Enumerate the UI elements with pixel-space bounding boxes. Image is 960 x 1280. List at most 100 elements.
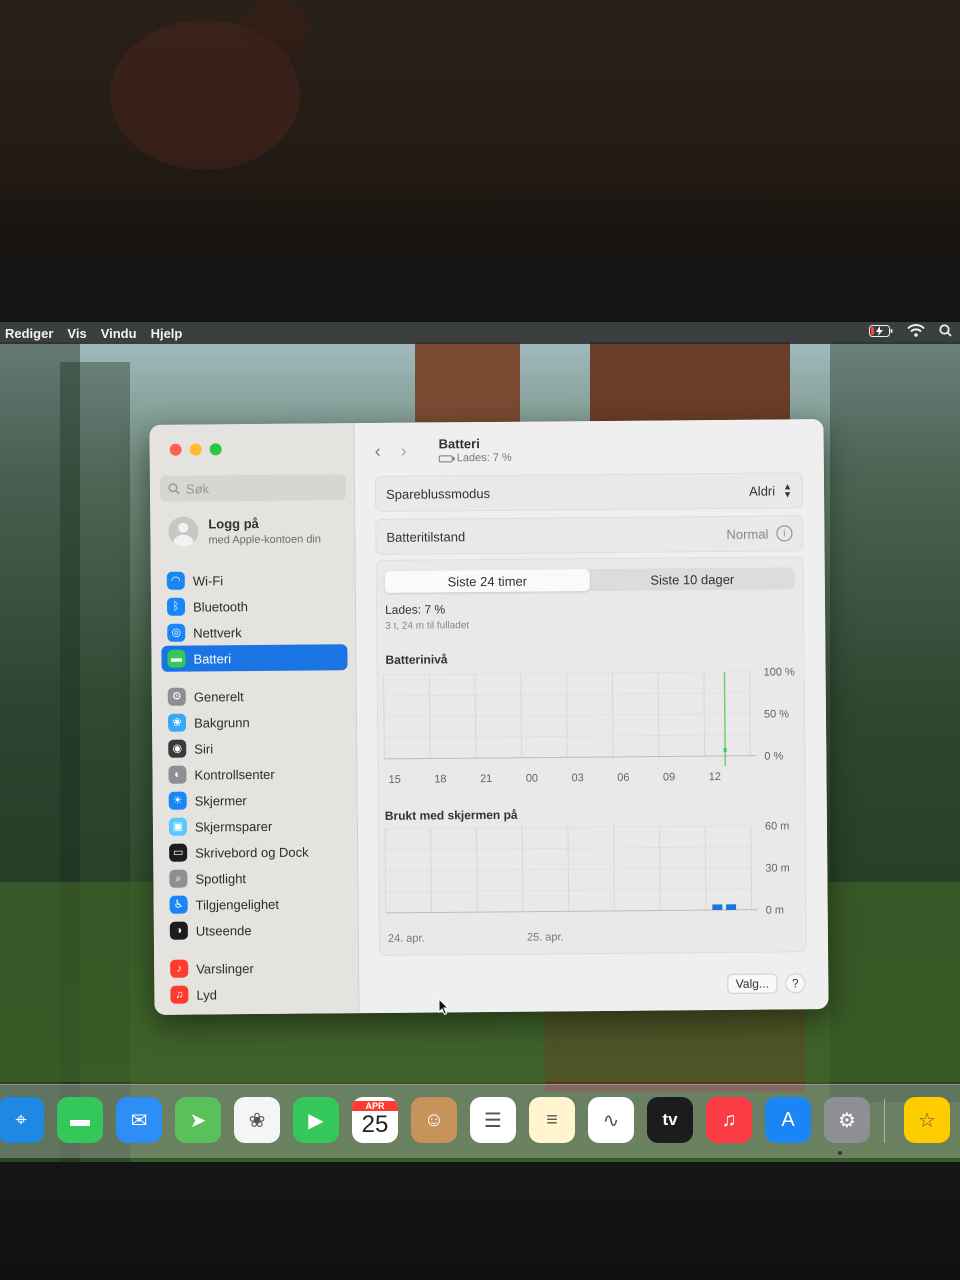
menu-rediger[interactable]: Rediger xyxy=(5,326,53,341)
sidebar-item-generelt[interactable]: ⚙ Generelt xyxy=(162,682,348,710)
desktop-screen: Rediger Vis Vindu Hjelp Søk Logg på med … xyxy=(0,322,960,1164)
chart-svg: 100 % 50 % 0 % 15 18 21 00 03 06 09 12 xyxy=(383,666,795,786)
grid-line-h xyxy=(385,888,758,893)
system-settings-window: Søk Logg på med Apple-kontoen din ◠ Wi-Fi… xyxy=(149,419,829,1015)
usage-panel: Siste 24 timer Siste 10 dager Lades: 7 %… xyxy=(375,556,808,956)
sidebar-item-spotlight[interactable]: ⌕ Spotlight xyxy=(163,864,349,892)
sun-icon: ☀ xyxy=(168,791,187,810)
screen-time-bar xyxy=(726,904,737,910)
minimize-button[interactable] xyxy=(189,443,202,456)
back-arrow-icon[interactable]: ‹ xyxy=(375,441,381,462)
search-placeholder: Søk xyxy=(185,480,210,497)
facetime-icon[interactable]: ▶ xyxy=(293,1097,339,1143)
appstore-icon[interactable]: A xyxy=(765,1097,811,1143)
appletv-icon[interactable]: tv xyxy=(647,1097,693,1143)
grid-line-h xyxy=(383,671,756,676)
tab-last-10-days[interactable]: Siste 10 dager xyxy=(590,567,795,591)
page-title: Batteri xyxy=(438,436,480,452)
sidebar-item-nettverk[interactable]: ◎ Nettverk xyxy=(161,618,347,646)
x-tick-label: 06 xyxy=(617,772,629,784)
close-button[interactable] xyxy=(169,443,182,456)
sidebar-item-lyd[interactable]: ♫ Lyd xyxy=(164,980,350,1008)
forward-arrow-icon[interactable]: › xyxy=(401,441,407,462)
sidebar-item-bluetooth[interactable]: ᛒ Bluetooth xyxy=(161,592,347,620)
contacts-icon[interactable]: ☺ xyxy=(411,1097,457,1143)
notes-icon[interactable]: ≡ xyxy=(529,1097,575,1143)
flower-icon: ❀ xyxy=(167,713,187,732)
sidebar-item-tilgjengelighet[interactable]: ♿ Tilgjengelighet xyxy=(164,890,350,918)
freeform-icon[interactable]: ∿ xyxy=(588,1097,634,1143)
orchid-blur-2 xyxy=(240,0,310,60)
tree-trunk xyxy=(590,342,790,432)
sidebar-item-skjermer[interactable]: ☀ Skjermer xyxy=(163,786,349,814)
sidebar-item-siri[interactable]: ◉ Siri xyxy=(162,734,348,762)
updown-chevron-icon: ▲ ▼ xyxy=(783,481,793,500)
screen-time-bar xyxy=(712,904,723,911)
y-tick-label: 0 % xyxy=(764,750,783,762)
menu-vis[interactable]: Vis xyxy=(67,326,86,341)
low-power-select[interactable]: Aldri ▲ ▼ xyxy=(749,481,793,500)
messages-icon[interactable]: ▬ xyxy=(57,1097,103,1143)
toggle-icon: ◐ xyxy=(168,765,187,784)
grid-line-h xyxy=(383,713,756,718)
info-icon[interactable]: i xyxy=(776,525,793,542)
sidebar-item-label: Skrivebord og Dock xyxy=(195,844,309,861)
zoom-button[interactable] xyxy=(209,443,222,456)
sidebar-item-batteri[interactable]: ▬ Batteri xyxy=(161,644,348,672)
sidebar-item-kontrollsenter[interactable]: ◐ Kontrollsenter xyxy=(162,760,348,788)
appletv-label: tv xyxy=(662,1110,678,1129)
sidebar-item-bakgrunn[interactable]: ❀ Bakgrunn xyxy=(162,708,348,736)
sidebar-item-label: Utseende xyxy=(195,922,252,939)
sidebar-nav: ◠ Wi-Fi ᛒ Bluetooth ◎ Nettverk ▬ Batteri ⚙ Genere… xyxy=(161,566,351,1008)
sidebar-item-varslinger[interactable]: ♪ Varslinger xyxy=(164,954,350,982)
magnifier-icon: ⌕ xyxy=(169,869,188,888)
sidebar-item-skjermsparer[interactable]: ▣ Skjermsparer xyxy=(163,812,349,840)
help-button[interactable]: ? xyxy=(785,973,806,994)
sidebar-item-label: Spotlight xyxy=(195,870,247,887)
sidebar-item-wi-fi[interactable]: ◠ Wi-Fi xyxy=(161,566,347,594)
battery-charging-icon[interactable] xyxy=(869,324,893,340)
x-tick-label: 12 xyxy=(709,771,721,783)
search-icon[interactable] xyxy=(939,324,952,340)
wifi-icon[interactable] xyxy=(907,324,925,340)
options-button[interactable]: Valg... xyxy=(727,973,778,994)
mail-icon[interactable]: ✉ xyxy=(116,1097,162,1143)
sidebar-item-label: Wi-Fi xyxy=(192,572,224,589)
photos-icon[interactable]: ❀ xyxy=(234,1097,280,1143)
x-tick-label: 03 xyxy=(571,772,583,784)
grid-line-v xyxy=(566,673,568,758)
sidebar-item-label: Bakgrunn xyxy=(193,714,250,731)
safari-icon[interactable]: ⌖ xyxy=(0,1097,44,1143)
low-power-value: Aldri xyxy=(749,482,776,499)
sidebar-item-label: Nettverk xyxy=(193,624,242,641)
tips-icon[interactable]: ☆ xyxy=(904,1097,950,1143)
low-power-row: Spareblussmodus Aldri ▲ ▼ xyxy=(374,472,804,512)
music-icon[interactable]: ♫ xyxy=(706,1097,752,1143)
maps-icon[interactable]: ➤ xyxy=(175,1097,221,1143)
system-settings-icon[interactable]: ⚙ xyxy=(824,1097,870,1143)
gear-icon: ⚙ xyxy=(167,687,186,706)
sidebar-item-skrivebord-og-dock[interactable]: ▭ Skrivebord og Dock xyxy=(163,838,349,866)
search-field[interactable]: Søk xyxy=(159,474,347,502)
battery-small-icon xyxy=(438,454,453,462)
menu-vindu[interactable]: Vindu xyxy=(101,326,137,341)
low-power-label: Spareblussmodus xyxy=(385,485,491,502)
battery-level-point xyxy=(723,748,727,753)
apple-account-row[interactable]: Logg på med Apple-kontoen din xyxy=(168,515,321,547)
tree-trunk xyxy=(415,342,520,422)
mouse-cursor-icon xyxy=(438,998,450,1016)
running-indicator xyxy=(838,1151,842,1155)
x-tick-label: 00 xyxy=(526,773,538,785)
sidebar-item-utseende[interactable]: ◑ Utseende xyxy=(164,916,350,944)
sidebar-item-label: Skjermer xyxy=(194,792,247,809)
grid-line-v xyxy=(657,672,660,757)
wifi-icon: ◠ xyxy=(166,571,185,590)
tab-last-24-hours[interactable]: Siste 24 timer xyxy=(384,569,590,593)
grid-line-h xyxy=(385,867,758,872)
avatar xyxy=(168,516,199,547)
menu-hjelp[interactable]: Hjelp xyxy=(151,326,183,341)
reminders-icon[interactable]: ☰ xyxy=(470,1097,516,1143)
calendar-icon[interactable]: APR 25 xyxy=(352,1097,398,1143)
grid-line-v xyxy=(475,828,478,913)
calendar-month: APR xyxy=(352,1101,398,1111)
